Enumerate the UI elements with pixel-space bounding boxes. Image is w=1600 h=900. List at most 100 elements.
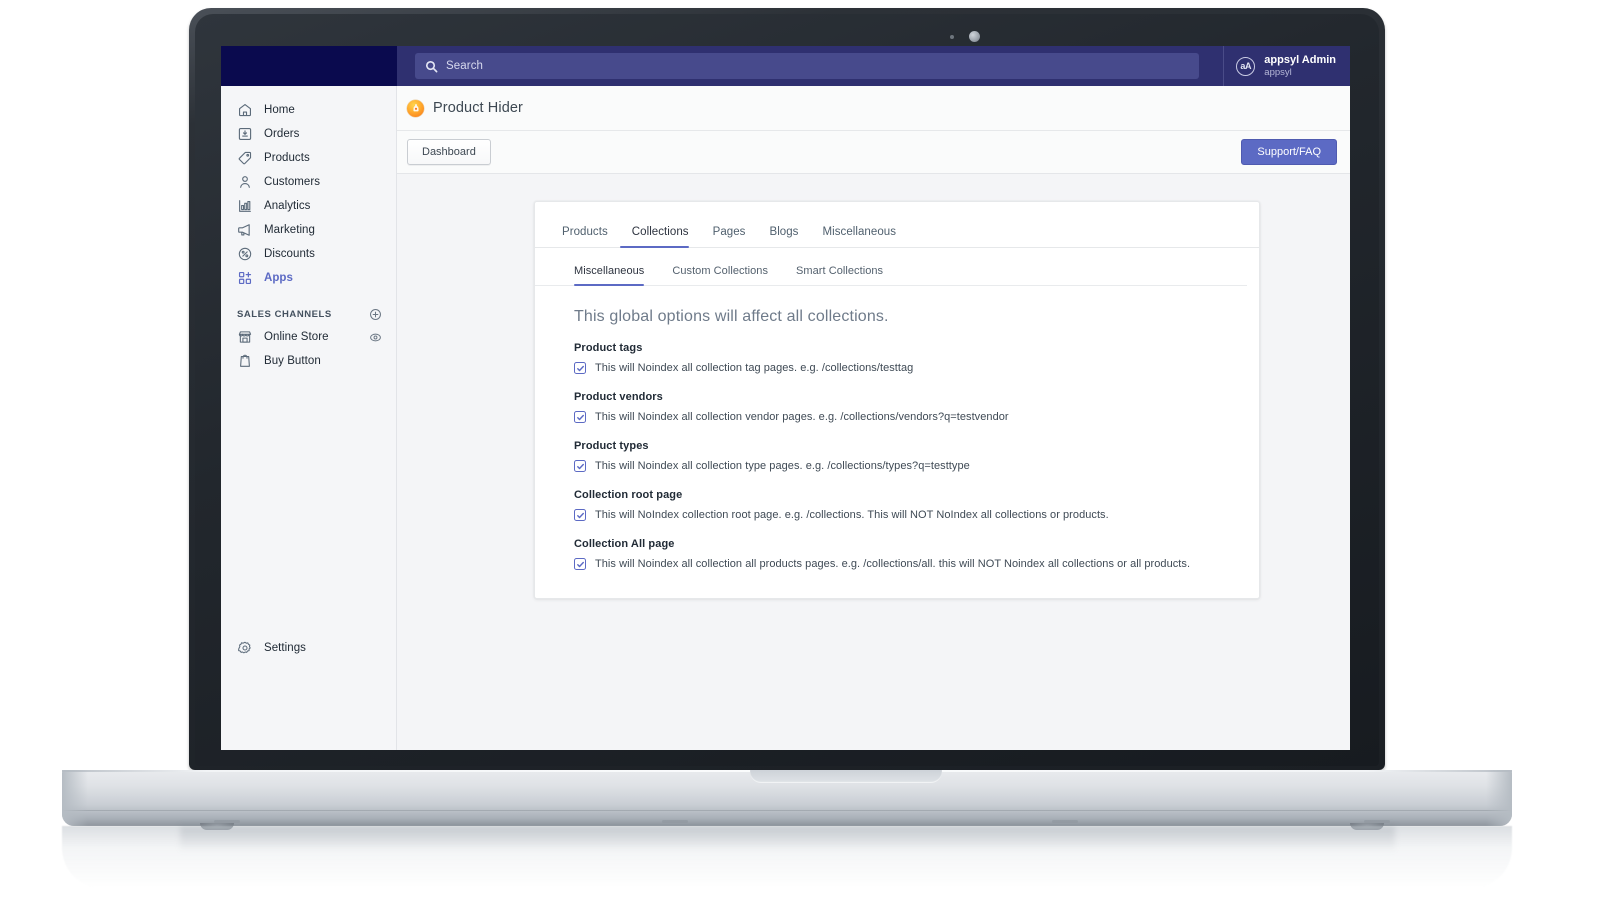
sidebar-item-label: Analytics [264,200,311,212]
sidebar-item-discounts[interactable]: Discounts [229,242,388,266]
subtab-label: Smart Collections [796,265,884,277]
user-store-name: appsyl [1264,66,1292,78]
sidebar-item-label: Marketing [264,224,315,236]
customers-icon [237,174,253,190]
option-row[interactable]: This will Noindex all collection type pa… [574,460,1259,472]
tab-miscellaneous[interactable]: Miscellaneous [811,226,909,247]
option-description: This will Noindex all collection tag pag… [595,362,914,374]
user-menu[interactable]: aA appsyl Admin appsyl [1224,46,1350,86]
search-icon [425,60,438,73]
subtab-miscellaneous[interactable]: Miscellaneous [574,265,658,286]
option-group-product-tags: Product tags This will Noindex all colle… [574,342,1259,374]
primary-tabs: Products Collections Pages Blogs Miscell [535,226,1259,248]
sidebar-item-label: Customers [264,176,321,188]
option-row[interactable]: This will Noindex all collection all pro… [574,558,1259,570]
base-notch [750,770,942,783]
action-bar: Dashboard Support/FAQ [397,131,1350,174]
option-row[interactable]: This will Noindex all collection vendor … [574,411,1259,423]
option-group-collection-root-page: Collection root page This will NoIndex c… [574,489,1259,521]
user-name: appsyl Admin [1264,53,1336,66]
tab-label: Pages [712,226,746,238]
sidebar-item-settings[interactable]: Settings [221,640,397,656]
sidebar-item-analytics[interactable]: Analytics [229,194,388,218]
laptop-reflection [62,826,1512,888]
settings-card: Products Collections Pages Blogs Miscell [534,201,1260,599]
option-group-product-vendors: Product vendors This will Noindex all co… [574,391,1259,423]
topbar-main: Search aA appsyl Admin appsyl [397,46,1350,86]
eye-icon[interactable] [369,331,382,344]
option-description: This will NoIndex collection root page. … [595,509,1109,521]
products-tag-icon [237,150,253,166]
main-content: Product Hider Dashboard Support/FAQ Prod… [397,86,1350,750]
tab-label: Collections [631,226,689,238]
sidebar-item-marketing[interactable]: Marketing [229,218,388,242]
sidebar-item-customers[interactable]: Customers [229,170,388,194]
option-title: Collection root page [574,489,683,501]
option-title: Product vendors [574,391,663,403]
checkbox-collection-all-page[interactable] [574,558,586,570]
tab-pages[interactable]: Pages [701,226,758,247]
base-port [1052,820,1078,823]
sidebar-item-buy-button[interactable]: Buy Button [229,349,388,373]
tab-label: Blogs [769,226,799,238]
screenshot-stage: Search aA appsyl Admin appsyl Home Order… [0,0,1600,900]
subtab-smart-collections[interactable]: Smart Collections [782,265,897,285]
avatar-initials: aA [1240,61,1252,71]
secondary-tabs: Miscellaneous Custom Collections Smart C… [535,265,1247,286]
sidebar-item-label: Orders [264,128,300,140]
tab-label: Miscellaneous [822,226,897,238]
checkbox-product-types[interactable] [574,460,586,472]
base-right-cap [1486,770,1512,826]
screen-content: Search aA appsyl Admin appsyl Home Order… [221,46,1350,750]
option-description: This will Noindex all collection type pa… [595,460,970,472]
webcam-icon [969,31,980,42]
sidebar-item-apps[interactable]: Apps [229,266,388,290]
home-icon [237,102,253,118]
subtab-label: Custom Collections [672,265,769,277]
base-left-cap [62,770,88,826]
apps-grid-plus-icon [237,270,253,286]
sidebar-item-home[interactable]: Home [229,98,388,122]
webcam-indicator-icon [950,35,954,39]
option-group-collection-all-page: Collection All page This will Noindex al… [574,538,1259,570]
sidebar-item-label: Buy Button [264,355,321,367]
support-faq-button[interactable]: Support/FAQ [1241,139,1337,165]
sidebar-item-label: Home [264,104,295,116]
option-group-product-types: Product types This will Noindex all coll… [574,440,1259,472]
sidebar-item-label: Products [264,152,310,164]
storefront-icon [237,329,253,345]
sidebar-item-orders[interactable]: Orders [229,122,388,146]
content-area: Products Collections Pages Blogs Miscell [397,174,1350,750]
search-placeholder: Search [446,60,484,72]
checkbox-product-tags[interactable] [574,362,586,374]
topbar-logo-area [221,46,397,86]
option-row[interactable]: This will Noindex all collection tag pag… [574,362,1259,374]
sidebar-item-online-store[interactable]: Online Store [229,325,388,349]
tab-blogs[interactable]: Blogs [757,226,810,247]
plus-circle-icon[interactable] [369,308,382,321]
tab-collections[interactable]: Collections [619,226,701,248]
global-options-note: This global options will affect all coll… [574,308,889,325]
checkbox-product-vendors[interactable] [574,411,586,423]
option-row[interactable]: This will NoIndex collection root page. … [574,509,1259,521]
avatar: aA [1236,56,1256,76]
discounts-percent-icon [237,246,253,262]
subtab-custom-collections[interactable]: Custom Collections [658,265,782,285]
dashboard-button[interactable]: Dashboard [407,139,491,165]
sidebar-item-products[interactable]: Products [229,146,388,170]
sidebar: Home Orders Products Customers Analytics… [221,86,397,750]
sidebar-item-label: Online Store [264,331,329,343]
sidebar-section-sales-channels: Sales channels [237,308,382,321]
option-title: Product types [574,440,649,452]
gear-icon [237,640,253,656]
support-faq-button-label: Support/FAQ [1257,146,1321,158]
sidebar-item-label: Settings [264,642,306,654]
option-description: This will Noindex all collection vendor … [595,411,1009,423]
sidebar-item-label: Apps [264,272,293,284]
sidebar-item-label: Discounts [264,248,315,260]
options-list: Product tags This will Noindex all colle… [535,326,1259,598]
search-input[interactable]: Search [415,53,1199,79]
tab-products[interactable]: Products [562,226,620,247]
subtab-label: Miscellaneous [574,265,645,277]
checkbox-collection-root-page[interactable] [574,509,586,521]
